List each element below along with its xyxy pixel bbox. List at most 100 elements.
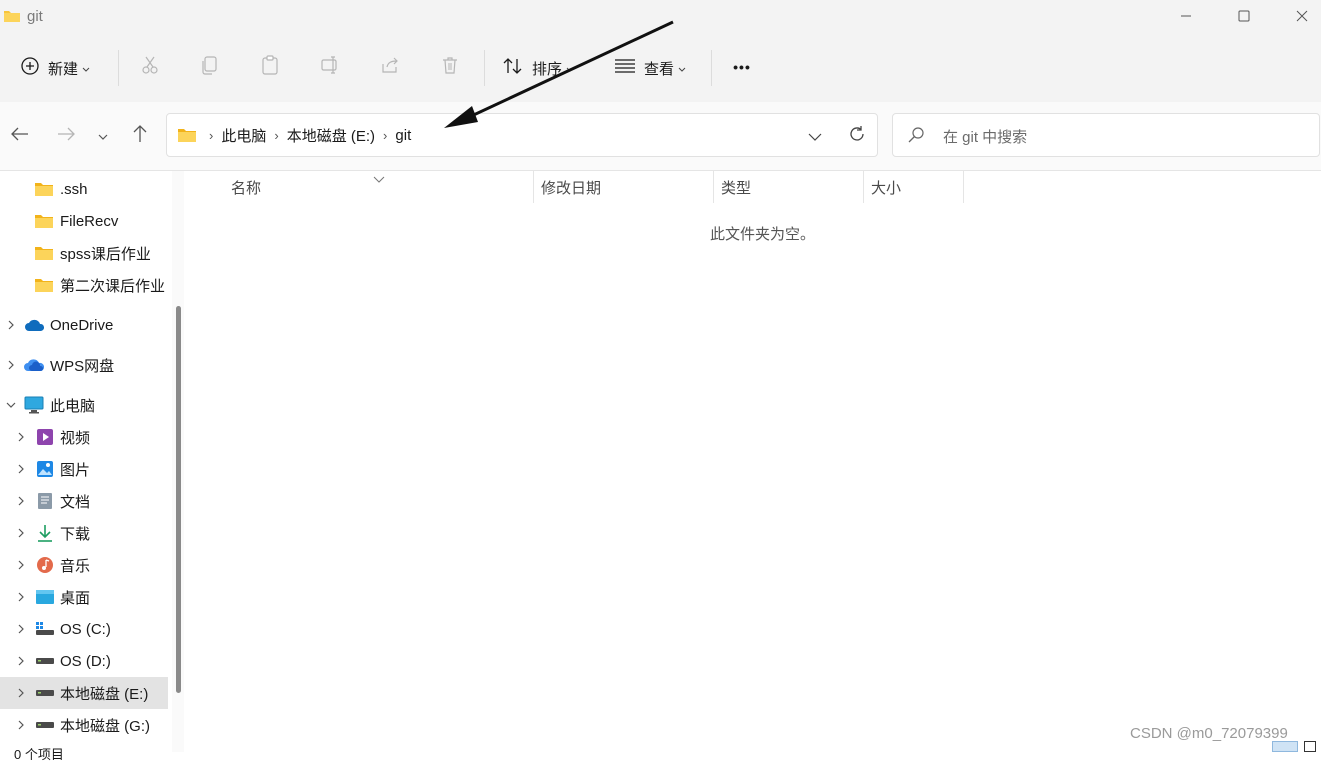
sidebar-item-label: 本地磁盘 (E:) [60, 685, 149, 703]
sidebar-item-pictures[interactable]: 图片 [0, 453, 168, 485]
breadcrumb-local-disk-e[interactable]: 本地磁盘 (E:) [287, 125, 375, 146]
sidebar-item-label: 音乐 [60, 557, 91, 575]
chevron-right-icon[interactable] [14, 494, 28, 508]
up-button[interactable] [125, 121, 155, 151]
copy-button[interactable] [195, 52, 225, 82]
paste-button[interactable] [255, 52, 285, 82]
rename-button[interactable] [315, 52, 345, 82]
toolbar-divider [118, 50, 119, 86]
address-bar[interactable]: › 此电脑 › 本地磁盘 (E:) › git [166, 113, 878, 157]
sidebar-item-videos[interactable]: 视频 [0, 421, 168, 453]
minimize-button[interactable] [1156, 0, 1216, 34]
forward-button[interactable] [51, 121, 81, 151]
column-header-date-modified[interactable]: 修改日期 [541, 171, 601, 203]
column-divider[interactable] [863, 171, 864, 203]
sidebar-item-local-disk-g[interactable]: 本地磁盘 (G:) [0, 709, 168, 741]
tiles-view-button[interactable] [1304, 741, 1316, 752]
close-icon [1296, 9, 1308, 26]
folder-icon [34, 244, 54, 262]
column-divider[interactable] [713, 171, 714, 203]
toolbar-divider [484, 50, 485, 86]
sidebar-item-os-d[interactable]: OS (D:) [0, 645, 168, 677]
sidebar-item-second-homework[interactable]: 第二次课后作业 [0, 269, 168, 301]
sidebar-item-label: 视频 [60, 429, 91, 447]
chevron-right-icon[interactable] [14, 558, 28, 572]
paste-icon [260, 55, 280, 79]
close-button[interactable] [1272, 0, 1321, 34]
system-drive-icon [35, 620, 55, 638]
sidebar-item-label: 下载 [60, 525, 91, 543]
sidebar-item-local-disk-e[interactable]: 本地磁盘 (E:) [0, 677, 168, 709]
share-button[interactable] [375, 52, 405, 82]
sidebar-item-onedrive[interactable]: OneDrive [0, 309, 168, 341]
sidebar-item-wps-cloud[interactable]: WPS网盘 [0, 349, 168, 381]
more-options-button[interactable]: ••• [727, 52, 757, 82]
new-button[interactable]: 新建 [20, 44, 90, 92]
delete-button[interactable] [435, 52, 465, 82]
sidebar-item-ssh[interactable]: .ssh [0, 173, 168, 205]
delete-icon [440, 55, 460, 79]
sort-button[interactable]: 排序 [502, 44, 574, 92]
sidebar-item-this-pc[interactable]: 此电脑 [0, 389, 168, 421]
chevron-down-icon [566, 60, 574, 77]
column-header-size[interactable]: 大小 [871, 171, 901, 203]
download-icon [35, 524, 55, 542]
chevron-down-icon[interactable] [4, 398, 18, 412]
sidebar-item-label: 本地磁盘 (G:) [60, 717, 150, 735]
cut-button[interactable] [135, 52, 165, 82]
column-divider[interactable] [963, 171, 964, 203]
back-button[interactable] [5, 121, 35, 151]
column-header-name[interactable]: 名称 [231, 171, 261, 203]
sidebar-item-documents[interactable]: 文档 [0, 485, 168, 517]
sidebar-item-filerecv[interactable]: FileRecv [0, 205, 168, 237]
chevron-right-icon[interactable] [14, 462, 28, 476]
refresh-button[interactable] [843, 122, 871, 150]
maximize-button[interactable] [1214, 0, 1274, 34]
document-icon [35, 492, 55, 510]
chevron-right-icon[interactable] [14, 430, 28, 444]
picture-icon [35, 460, 55, 478]
search-input[interactable]: 在 git 中搜索 [943, 126, 1027, 147]
watermark: CSDN @m0_72079399 [1130, 725, 1288, 742]
drive-icon [35, 652, 55, 670]
chevron-right-icon[interactable] [14, 718, 28, 732]
recent-locations-button[interactable] [88, 121, 118, 151]
breadcrumb-separator: › [209, 127, 214, 143]
chevron-right-icon[interactable] [4, 358, 18, 372]
sidebar-item-label: .ssh [60, 180, 88, 198]
new-button-label: 新建 [48, 60, 79, 78]
more-icon: ••• [733, 59, 751, 75]
computer-icon [24, 396, 44, 414]
folder-icon [34, 180, 54, 198]
chevron-right-icon[interactable] [14, 654, 28, 668]
breadcrumb-this-pc[interactable]: 此电脑 [221, 125, 266, 146]
chevron-right-icon[interactable] [14, 590, 28, 604]
column-divider[interactable] [533, 171, 534, 203]
chevron-down-icon [98, 128, 108, 145]
search-box[interactable]: 在 git 中搜索 [892, 113, 1320, 157]
sidebar-item-desktop[interactable]: 桌面 [0, 581, 168, 613]
arrow-left-icon [11, 127, 29, 145]
chevron-right-icon[interactable] [4, 318, 18, 332]
view-button[interactable]: 查看 [614, 44, 686, 92]
title-bar: git [0, 0, 1321, 34]
breadcrumb-git[interactable]: git [395, 127, 411, 144]
drive-icon [35, 716, 55, 734]
empty-folder-message: 此文件夹为空。 [710, 226, 816, 243]
sidebar-item-downloads[interactable]: 下载 [0, 517, 168, 549]
chevron-right-icon[interactable] [14, 686, 28, 700]
chevron-right-icon[interactable] [14, 622, 28, 636]
chevron-right-icon[interactable] [14, 526, 28, 540]
sidebar-item-os-c[interactable]: OS (C:) [0, 613, 168, 645]
desktop-icon [35, 588, 55, 606]
sidebar-item-spss-homework[interactable]: spss课后作业 [0, 237, 168, 269]
sidebar-item-label: 此电脑 [50, 397, 96, 415]
sidebar-item-label: 文档 [60, 493, 91, 511]
address-history-button[interactable] [801, 122, 829, 150]
column-header-type[interactable]: 类型 [721, 171, 751, 203]
sidebar-item-label: 第二次课后作业 [60, 277, 166, 295]
sort-caret-icon [373, 171, 385, 188]
sidebar-scrollbar-thumb[interactable] [176, 306, 181, 693]
sidebar-item-music[interactable]: 音乐 [0, 549, 168, 581]
details-view-button[interactable] [1272, 741, 1298, 752]
